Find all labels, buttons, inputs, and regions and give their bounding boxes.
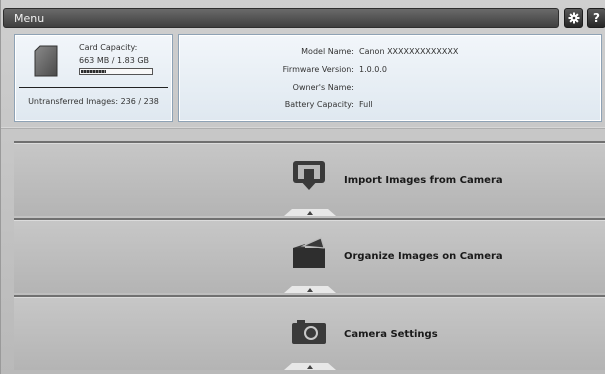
camera-settings-label[interactable]: Camera Settings xyxy=(344,329,438,340)
settings-button[interactable] xyxy=(564,8,583,28)
card-capacity-value: 663 MB / 1.83 GB xyxy=(79,56,150,65)
model-row: Model Name: Canon XXXXXXXXXXXXX xyxy=(179,47,603,58)
card-capacity-fill xyxy=(81,70,106,73)
untransferred-images: Untransferred Images: 236 / 238 xyxy=(28,97,159,106)
import-images-label[interactable]: Import Images from Camera xyxy=(344,175,503,186)
import-images-section[interactable]: Import Images from Camera xyxy=(14,141,605,216)
menu-title[interactable]: Menu xyxy=(14,12,44,25)
camera-settings-section[interactable]: Camera Settings xyxy=(14,295,605,370)
gear-icon xyxy=(568,12,579,24)
organize-images-label[interactable]: Organize Images on Camera xyxy=(344,251,503,262)
card-capacity-label: Card Capacity: xyxy=(79,43,138,52)
divider xyxy=(19,87,168,88)
owner-name-label: Owner's Name: xyxy=(292,83,354,92)
camera-icon xyxy=(292,320,326,344)
battery-value: Full xyxy=(359,100,373,109)
firmware-row: Firmware Version: 1.0.0.0 xyxy=(179,65,603,76)
battery-row: Battery Capacity: Full xyxy=(179,100,603,111)
battery-label: Battery Capacity: xyxy=(284,100,354,109)
model-name-label: Model Name: xyxy=(301,47,354,56)
collapse-tab-icon[interactable] xyxy=(284,286,336,293)
menu-bar[interactable]: Menu xyxy=(3,8,559,28)
firmware-value: 1.0.0.0 xyxy=(359,65,387,74)
help-button[interactable]: ? xyxy=(587,8,605,28)
sd-card-icon xyxy=(34,45,58,77)
owner-row: Owner's Name: xyxy=(179,83,603,94)
camera-info-panel: Model Name: Canon XXXXXXXXXXXXX Firmware… xyxy=(178,34,602,122)
collapse-tab-icon[interactable] xyxy=(284,363,336,370)
collapse-tab-icon[interactable] xyxy=(284,209,336,216)
card-info-panel: Card Capacity: 663 MB / 1.83 GB Untransf… xyxy=(14,34,173,122)
help-label: ? xyxy=(593,11,600,25)
divider xyxy=(1,127,605,129)
firmware-label: Firmware Version: xyxy=(282,65,354,74)
camera-utility-window: Menu ? Card Capacity: 663 MB / 1.83 GB U… xyxy=(0,0,605,374)
organize-images-section[interactable]: Organize Images on Camera xyxy=(14,218,605,293)
card-capacity-bar xyxy=(79,68,153,75)
model-name-value: Canon XXXXXXXXXXXXX xyxy=(359,47,459,56)
folder-icon xyxy=(293,237,325,268)
import-icon xyxy=(293,161,325,190)
